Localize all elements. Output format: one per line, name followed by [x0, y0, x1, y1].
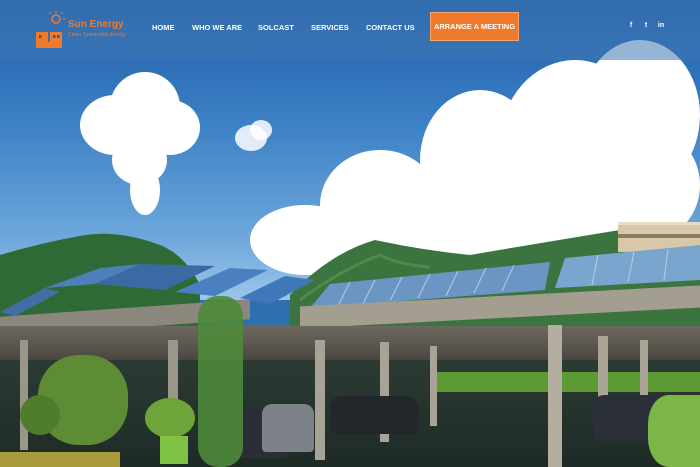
nav-contact-us-link[interactable]: CONTACT US [366, 23, 415, 32]
site-header: Sun Energy Clean Sustainable Energy HOME… [0, 0, 700, 60]
facebook-icon[interactable]: f [626, 21, 636, 31]
linkedin-icon[interactable]: in [656, 21, 666, 31]
nav-who-we-are-link[interactable]: WHO WE ARE [192, 23, 242, 32]
nav-services-link[interactable]: SERVICES [311, 23, 349, 32]
arrange-meeting-button[interactable]: ARRANGE A MEETING [430, 12, 519, 41]
nav-solcast-link[interactable]: SOLCAST [258, 23, 294, 32]
solar-house-icon [36, 11, 65, 48]
brand-name: Sun Energy [68, 19, 124, 30]
hero-image [0, 0, 700, 467]
brand-tagline: Clean Sustainable Energy [68, 32, 126, 38]
brand-logo[interactable]: Sun Energy Clean Sustainable Energy [34, 10, 144, 52]
lawn [430, 372, 700, 392]
twitter-icon[interactable]: t [641, 21, 651, 31]
nav-home-link[interactable]: HOME [152, 23, 175, 32]
